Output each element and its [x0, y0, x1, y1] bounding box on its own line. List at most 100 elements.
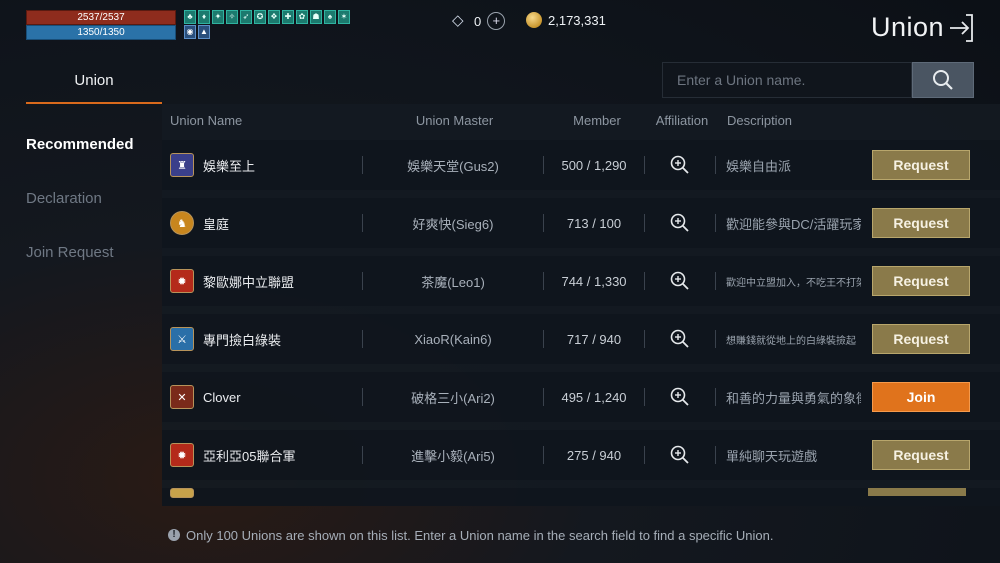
window-title: Union — [870, 12, 944, 42]
table-row[interactable]: ♜ 娛樂至上 娛樂天堂(Gus2) 500 / 1,290 娛樂自由派 Requ… — [162, 140, 1000, 190]
union-name: 娛樂至上 — [203, 158, 256, 174]
union-name-cell: ⚔ 專門撿白綠裝 — [162, 327, 362, 351]
gold-coin-icon — [526, 12, 542, 28]
buff-icon: ➶ — [240, 10, 252, 24]
gold-amount: 2,173,331 — [548, 12, 606, 28]
request-button[interactable] — [868, 488, 966, 496]
table-header: Union Name Union Master Member Affiliati… — [162, 104, 1000, 136]
search-icon — [933, 70, 953, 90]
member-count: 275 / 940 — [566, 447, 622, 463]
union-name: 亞利亞05聯合軍 — [203, 448, 296, 464]
buff-icon: ✦ — [212, 10, 224, 24]
header-union-name: Union Name — [170, 112, 243, 128]
buff-icon: ✿ — [296, 10, 308, 24]
zoom-in-icon[interactable] — [670, 445, 690, 465]
buff-icon: ☗ — [310, 10, 322, 24]
buff-icon: ✚ — [282, 10, 294, 24]
info-text: Only 100 Unions are shown on this list. … — [186, 527, 774, 543]
header-description: Description — [727, 112, 793, 128]
union-name-cell: ♜ 娛樂至上 — [162, 153, 362, 177]
union-name: 皇庭 — [203, 216, 230, 232]
info-icon: ! — [168, 529, 180, 541]
gem-currency: ◇ 0 + — [452, 12, 506, 30]
request-button[interactable]: Request — [872, 266, 970, 296]
union-emblem-icon: ♞ — [170, 211, 194, 235]
union-emblem-icon — [170, 488, 194, 498]
union-description: 歡迎中立盟加入，不吃王不打架 — [726, 277, 861, 289]
status-icon: ▲ — [198, 25, 210, 39]
union-description: 和善的力量與勇氣的象徵 — [726, 390, 861, 406]
table-row[interactable] — [162, 488, 1000, 506]
member-count: 713 / 100 — [566, 215, 622, 231]
union-master: 茶魔(Leo1) — [421, 274, 485, 290]
gem-amount: 0 — [474, 13, 482, 29]
union-description: 想賺錢就從地上的白綠裝撿起 — [726, 335, 856, 347]
header-union-master: Union Master — [415, 112, 494, 128]
table-row[interactable]: ✹ 黎歐娜中立聯盟 茶魔(Leo1) 744 / 1,330 歡迎中立盟加入，不… — [162, 256, 1000, 306]
zoom-in-icon[interactable] — [670, 213, 690, 233]
request-button[interactable]: Request — [872, 440, 970, 470]
table-row[interactable]: ♞ 皇庭 好爽快(Sieg6) 713 / 100 歡迎能參與DC/活躍玩家 R… — [162, 198, 1000, 248]
join-button[interactable]: Join — [872, 382, 970, 412]
hp-text: 2537/2537 — [77, 12, 125, 23]
buff-icon: ♣ — [184, 10, 196, 24]
union-table: Union Name Union Master Member Affiliati… — [162, 104, 1000, 506]
union-master: 進擊小毅(Ari5) — [411, 448, 495, 464]
union-emblem-icon: ♜ — [170, 153, 194, 177]
nav-item-join-request[interactable]: Join Request — [26, 226, 162, 280]
union-master: 破格三小(Ari2) — [411, 390, 495, 406]
union-emblem-icon: ✹ — [170, 269, 194, 293]
union-emblem-icon: ✹ — [170, 443, 194, 467]
buff-icon: ✪ — [254, 10, 266, 24]
zoom-in-icon[interactable] — [670, 387, 690, 407]
zoom-in-icon[interactable] — [670, 329, 690, 349]
table-row[interactable]: ✕ Clover 破格三小(Ari2) 495 / 1,240 和善的力量與勇氣… — [162, 372, 1000, 422]
member-count: 717 / 940 — [566, 331, 622, 347]
request-button[interactable]: Request — [872, 324, 970, 354]
zoom-in-icon[interactable] — [670, 271, 690, 291]
union-description: 歡迎能參與DC/活躍玩家 — [726, 216, 861, 232]
member-count: 500 / 1,290 — [561, 157, 627, 173]
status-icon: ◉ — [184, 25, 196, 39]
buff-bar: ♣ ♦ ✦ ✧ ➶ ✪ ❖ ✚ ✿ ☗ ♠ ✶ — [184, 10, 350, 24]
status-bar: ◉ ▲ — [184, 25, 210, 39]
buff-icon: ✧ — [226, 10, 238, 24]
affiliation-cell — [645, 445, 715, 465]
buff-icon: ✶ — [338, 10, 350, 24]
member-count: 495 / 1,240 — [561, 389, 627, 405]
header-affiliation: Affiliation — [655, 112, 709, 128]
affiliation-cell — [645, 329, 715, 349]
union-emblem-icon: ⚔ — [170, 327, 194, 351]
tab-union[interactable]: Union — [26, 62, 162, 104]
header-member: Member — [573, 112, 621, 128]
zoom-in-icon[interactable] — [670, 155, 690, 175]
union-search-input[interactable] — [663, 63, 911, 97]
union-description: 單純聊天玩遊戲 — [726, 448, 818, 464]
nav-item-recommended[interactable]: Recommended — [26, 118, 162, 172]
exit-icon[interactable] — [946, 12, 974, 44]
buff-icon: ❖ — [268, 10, 280, 24]
union-emblem-icon: ✕ — [170, 385, 194, 409]
union-name-cell — [162, 488, 362, 498]
add-gems-icon[interactable]: + — [487, 12, 506, 30]
union-name: Clover — [203, 389, 241, 405]
gold-currency: 2,173,331 — [526, 12, 606, 28]
request-button[interactable]: Request — [872, 208, 970, 238]
mp-bar: 1350/1350 — [26, 25, 176, 40]
table-row[interactable]: ⚔ 專門撿白綠裝 XiaoR(Kain6) 717 / 940 想賺錢就從地上的… — [162, 314, 1000, 364]
left-nav: Union Recommended Declaration Join Reque… — [26, 62, 162, 280]
union-name-cell: ✹ 亞利亞05聯合軍 — [162, 443, 362, 467]
union-master: XiaoR(Kain6) — [414, 331, 492, 347]
table-row[interactable]: ✹ 亞利亞05聯合軍 進擊小毅(Ari5) 275 / 940 單純聊天玩遊戲 … — [162, 430, 1000, 480]
affiliation-cell — [645, 155, 715, 175]
affiliation-cell — [645, 271, 715, 291]
union-name: 黎歐娜中立聯盟 — [203, 274, 295, 290]
mp-text: 1350/1350 — [77, 27, 125, 38]
info-bar: ! Only 100 Unions are shown on this list… — [162, 512, 1000, 558]
search-button[interactable] — [912, 62, 974, 98]
affiliation-cell — [645, 387, 715, 407]
nav-item-declaration[interactable]: Declaration — [26, 172, 162, 226]
buff-icon: ♠ — [324, 10, 336, 24]
hp-bar: 2537/2537 — [26, 10, 176, 25]
request-button[interactable]: Request — [872, 150, 970, 180]
